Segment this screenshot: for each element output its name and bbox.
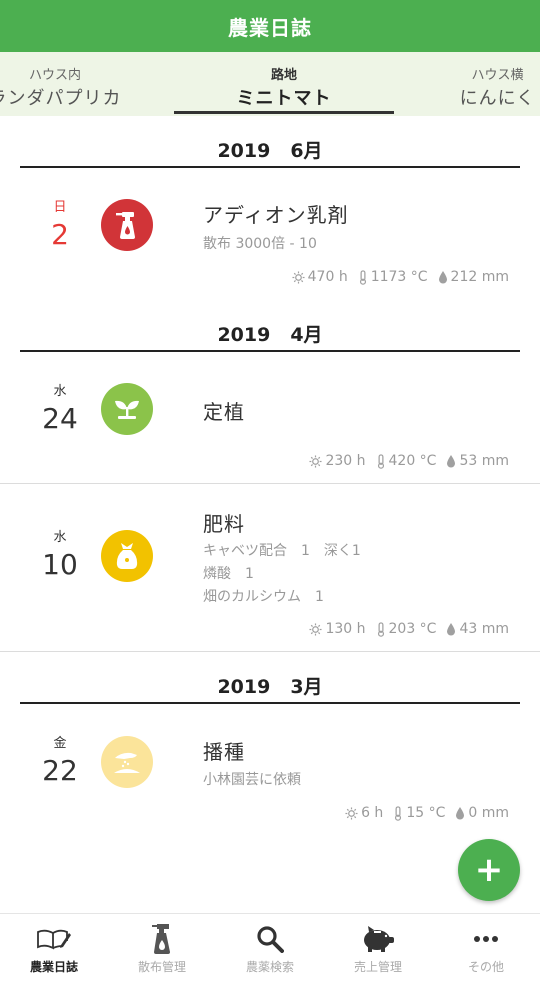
entry-stats: 230 h 420 °C 53 mm bbox=[309, 453, 509, 469]
diary-entry[interactable]: 金 22 播種 小林園芸に依頼 6 h 15 °C 0 mm bbox=[0, 706, 540, 836]
nav-spray-management[interactable]: 散布管理 bbox=[108, 914, 216, 983]
diary-entry[interactable]: 水 24 定植 230 h 420 °C 53 mm bbox=[0, 354, 540, 484]
month-label: 3月 bbox=[290, 676, 323, 698]
rainfall: 0 mm bbox=[468, 805, 509, 821]
tab-sub-label: ハウス内 bbox=[28, 68, 81, 83]
entry-detail: キャベツ配合 1 深く1 bbox=[203, 543, 361, 559]
nav-label: 農業日誌 bbox=[29, 960, 78, 974]
page-title: 農業日誌 bbox=[228, 15, 312, 40]
thermometer-icon bbox=[395, 805, 402, 821]
accumulated-temperature: 1173 °C bbox=[370, 269, 428, 285]
nav-other[interactable]: その他 bbox=[432, 914, 540, 983]
month-label: 6月 bbox=[290, 140, 323, 162]
entry-day: 2 bbox=[51, 218, 69, 251]
nav-pesticide-search[interactable]: 農薬検索 bbox=[216, 914, 324, 983]
month-header: 2019 4月 bbox=[20, 320, 520, 352]
sunshine-hours: 470 h bbox=[307, 269, 348, 285]
entry-weekday: 日 bbox=[53, 200, 67, 215]
water-drop-icon bbox=[447, 623, 456, 636]
fertilizer-bag-icon bbox=[101, 530, 153, 582]
month-header: 2019 6月 bbox=[20, 136, 520, 168]
entry-weekday: 水 bbox=[53, 530, 67, 545]
rainfall: 212 mm bbox=[450, 269, 509, 285]
month-label: 4月 bbox=[290, 324, 323, 346]
spray-bottle-icon bbox=[151, 922, 173, 956]
month-year: 2019 bbox=[217, 676, 271, 698]
entry-day: 10 bbox=[42, 548, 78, 581]
accumulated-temperature: 203 °C bbox=[388, 621, 437, 637]
sunshine-hours: 6 h bbox=[361, 805, 384, 821]
entry-stats: 130 h 203 °C 43 mm bbox=[309, 621, 509, 637]
add-entry-button[interactable]: + bbox=[458, 839, 520, 901]
tab-main-label: にんにく bbox=[459, 88, 536, 109]
water-drop-icon bbox=[438, 271, 447, 284]
sun-icon bbox=[309, 622, 322, 636]
nav-farm-diary[interactable]: 農業日誌 bbox=[0, 914, 108, 983]
tab-main-label: ランダパプリカ bbox=[0, 88, 122, 109]
entry-day: 22 bbox=[42, 754, 78, 787]
nav-label: 農薬検索 bbox=[245, 960, 294, 974]
month-year: 2019 bbox=[217, 324, 271, 346]
entry-weekday: 金 bbox=[53, 736, 67, 751]
sun-icon bbox=[345, 806, 358, 820]
entry-title: 肥料 bbox=[203, 512, 245, 536]
accumulated-temperature: 15 °C bbox=[406, 805, 446, 821]
nav-sales-management[interactable]: 売上管理 bbox=[324, 914, 432, 983]
active-tab-indicator bbox=[174, 111, 394, 114]
water-drop-icon bbox=[456, 807, 465, 820]
entry-title: 定植 bbox=[203, 400, 245, 424]
diary-entry[interactable]: 水 10 肥料 キャベツ配合 1 深く1 燐酸 1 畑のカルシウム 1 130 … bbox=[0, 484, 540, 652]
plus-icon: + bbox=[474, 850, 504, 890]
entry-title: アディオン乳剤 bbox=[203, 203, 349, 227]
field-tabs: ハウス内 ランダパプリカ 路地 ミニトマト ハウス横 にんにく bbox=[0, 52, 540, 116]
entry-stats: 6 h 15 °C 0 mm bbox=[345, 805, 509, 821]
bottom-navigation: 農業日誌 散布管理 農薬検索 売上管理 その他 bbox=[0, 913, 540, 983]
entry-weekday: 水 bbox=[53, 384, 67, 399]
entry-detail: 燐酸 1 bbox=[203, 566, 254, 582]
accumulated-temperature: 420 °C bbox=[388, 453, 437, 469]
water-drop-icon bbox=[447, 455, 456, 468]
rainfall: 43 mm bbox=[459, 621, 509, 637]
entry-detail-list: キャベツ配合 1 深く1 燐酸 1 畑のカルシウム 1 bbox=[203, 540, 361, 609]
entry-divider bbox=[0, 651, 540, 652]
month-header: 2019 3月 bbox=[20, 672, 520, 704]
entry-day: 24 bbox=[42, 402, 78, 435]
thermometer-icon bbox=[377, 621, 384, 637]
entry-detail: 小林園芸に依頼 bbox=[203, 772, 301, 788]
nav-label: その他 bbox=[467, 960, 504, 974]
tab-sub-label: 路地 bbox=[270, 68, 297, 83]
month-year: 2019 bbox=[217, 140, 271, 162]
tab-house-side[interactable]: ハウス横 にんにく bbox=[440, 52, 540, 116]
spray-bottle-icon bbox=[101, 199, 153, 251]
diary-entry[interactable]: 日 2 アディオン乳剤 散布 3000倍 - 10 470 h 1173 °C … bbox=[0, 170, 540, 300]
thermometer-icon bbox=[359, 269, 366, 285]
nav-label: 散布管理 bbox=[137, 960, 186, 974]
nav-label: 売上管理 bbox=[353, 960, 402, 974]
sowing-hand-icon bbox=[101, 736, 153, 788]
tab-sub-label: ハウス横 bbox=[471, 68, 524, 83]
rainfall: 53 mm bbox=[459, 453, 509, 469]
search-icon bbox=[256, 922, 284, 956]
entry-title: 播種 bbox=[203, 740, 245, 764]
tab-roadside[interactable]: 路地 ミニトマト bbox=[174, 52, 394, 116]
sun-icon bbox=[292, 270, 305, 284]
tab-house-inside[interactable]: ハウス内 ランダパプリカ bbox=[0, 52, 130, 116]
sunshine-hours: 130 h bbox=[325, 621, 366, 637]
book-pen-icon bbox=[36, 922, 72, 956]
piggy-bank-icon bbox=[360, 922, 396, 956]
entry-detail: 畑のカルシウム 1 bbox=[203, 589, 324, 605]
more-dots-icon bbox=[473, 922, 499, 956]
entry-stats: 470 h 1173 °C 212 mm bbox=[292, 269, 509, 285]
sprout-icon bbox=[101, 383, 153, 435]
entry-detail: 散布 3000倍 - 10 bbox=[203, 236, 317, 252]
sunshine-hours: 230 h bbox=[325, 453, 366, 469]
app-header: 農業日誌 bbox=[0, 0, 540, 52]
sun-icon bbox=[309, 454, 322, 468]
tab-main-label: ミニトマト bbox=[236, 88, 332, 109]
thermometer-icon bbox=[377, 453, 384, 469]
